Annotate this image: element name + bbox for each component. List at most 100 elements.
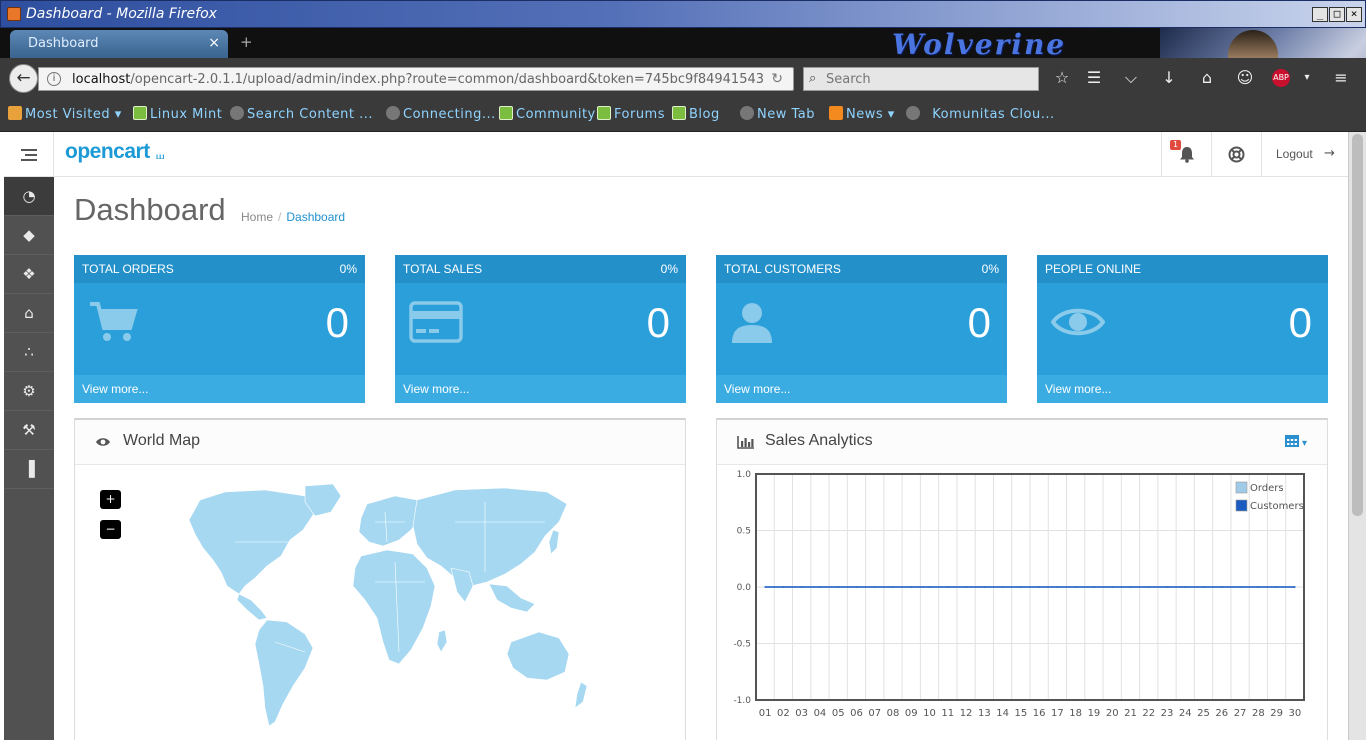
view-more-link[interactable]: View more... [403,382,469,396]
close-window-button[interactable]: × [1346,7,1362,22]
sidebar-item-extensions[interactable]: ❖ [4,255,54,294]
data-point-customers [1275,586,1278,588]
eye-icon [1051,308,1105,336]
data-point-customers [928,586,931,588]
opencart-logo[interactable]: opencart [65,140,150,164]
page-title: Dashboard [74,192,226,227]
data-point-customers [1257,586,1260,588]
sidebar-item-marketing[interactable]: ∴ [4,333,54,372]
data-point-customers [1074,586,1077,588]
region-south-america [254,619,314,727]
reload-icon[interactable]: ↻ [771,71,783,87]
bookmark-linux-mint[interactable]: Linux Mint [133,106,222,124]
scrollbar-thumb[interactable] [1352,134,1363,516]
theme-title: Wolverine [892,28,1067,58]
sidebar-item-system[interactable]: ⚙ [4,372,54,411]
map-zoom-out-button[interactable]: − [100,520,121,539]
calendar-dropdown-button[interactable]: ▾ [1284,432,1307,450]
adblock-dropdown-icon[interactable]: ▾ [1296,68,1318,88]
tile-value: 0 [1288,299,1312,346]
info-icon[interactable]: i [47,72,61,86]
firefox-icon [7,7,21,21]
bookmark-news[interactable]: News ▾ [829,106,895,124]
search-bar[interactable]: ⌕ [803,67,1039,91]
mint-icon [672,106,686,120]
back-button[interactable]: ← [9,64,38,93]
page-scrollbar[interactable] [1348,132,1366,740]
tags-icon: ◆ [23,226,35,244]
help-button[interactable] [1211,132,1261,177]
calendar-icon [1284,435,1299,447]
view-more-link[interactable]: View more... [82,382,148,396]
sidebar-item-sales[interactable]: ⌂ [4,294,54,333]
y-tick-label: 0.0 [737,583,752,593]
globe-icon [906,106,920,120]
tile-footer[interactable]: View more... [74,375,365,403]
cart-icon: ⌂ [24,304,34,322]
tile-value: 0 [967,299,991,346]
sidebar-item-catalog[interactable]: ◆ [4,216,54,255]
url-text[interactable]: localhost/opencart-2.0.1.1/upload/admin/… [72,72,764,87]
url-bar[interactable]: i localhost/opencart-2.0.1.1/upload/admi… [38,67,794,91]
pocket-icon[interactable]: ⌵ [1120,68,1142,88]
x-tick-label: 09 [905,708,918,719]
minimize-button[interactable]: _ [1312,7,1328,22]
notifications-button[interactable]: 1 [1161,132,1211,177]
reading-list-icon[interactable]: ☰ [1083,68,1105,88]
search-input[interactable] [826,71,1026,87]
download-icon[interactable]: ↓ [1158,68,1180,88]
tile-footer[interactable]: View more... [395,375,686,403]
sidebar-item-tools[interactable]: ⚒ [4,411,54,450]
menu-toggle-button[interactable] [4,132,54,177]
panel-heading: World Map [75,420,685,465]
chevron-down-icon: ▾ [1301,438,1307,449]
new-tab-button[interactable]: + [240,33,253,51]
world-map[interactable] [155,482,595,732]
view-more-link[interactable]: View more... [1045,382,1111,396]
tile-footer[interactable]: View more... [716,375,1007,403]
cart-icon [90,302,138,341]
breadcrumb: Home / Dashboard [241,210,345,224]
bookmark-star-icon[interactable]: ☆ [1051,68,1073,88]
breadcrumb-dashboard[interactable]: Dashboard [286,210,345,224]
tile-footer[interactable]: View more... [1037,375,1328,403]
tab-dashboard[interactable]: Dashboard × [10,30,228,58]
bookmark-blog[interactable]: Blog [672,106,720,124]
hamburger-menu-icon[interactable]: ≡ [1330,68,1352,88]
x-tick-label: 27 [1234,708,1247,719]
map-zoom-in-button[interactable]: + [100,490,121,509]
legend-label: Orders [1250,483,1284,494]
tile-heading: TOTAL CUSTOMERS 0% [716,255,1007,283]
x-tick-label: 11 [941,708,954,719]
bookmark-search-content[interactable]: Search Content ... [230,106,373,124]
smiley-icon[interactable]: ☺ [1234,68,1256,88]
tile-percent: 0% [339,262,357,276]
tab-close-button[interactable]: × [208,35,220,51]
y-tick-label: 1.0 [737,470,752,480]
bookmark-forums[interactable]: Forums [597,106,665,124]
data-point-customers [1221,586,1223,588]
admin-header: opencart ⧢ 1 Logout → [4,132,1348,177]
life-ring-icon [1228,146,1245,163]
adblock-icon[interactable]: ABP [1272,69,1290,87]
data-point-customers [1038,586,1040,588]
bookmark-most-visited[interactable]: Most Visited ▾ [8,106,122,124]
view-more-link[interactable]: View more... [724,382,790,396]
bookmark-community[interactable]: Community [499,106,596,124]
breadcrumb-home[interactable]: Home [241,210,273,224]
bookmark-new-tab[interactable]: New Tab [740,106,815,124]
sidebar-item-reports[interactable]: ▐ [4,450,54,489]
maximize-button[interactable]: □ [1329,7,1345,22]
bookmarks-toolbar: Most Visited ▾ Linux Mint Search Content… [0,98,1366,132]
x-tick-label: 15 [1014,708,1027,719]
tile-title: TOTAL SALES [403,262,483,276]
home-icon[interactable]: ⌂ [1196,68,1218,88]
logout-button[interactable]: Logout → [1261,132,1348,177]
window-titlebar: Dashboard - Mozilla Firefox _ □ × [0,0,1366,28]
tile-percent: 0% [981,262,999,276]
legend-label: Customers [1250,501,1304,512]
mint-icon [499,106,513,120]
bookmark-komunitas-cloud[interactable]: Komunitas Clou... [906,106,1055,124]
bookmark-connecting[interactable]: Connecting... [386,106,496,124]
sidebar-item-dashboard[interactable]: ◔ [4,177,54,216]
